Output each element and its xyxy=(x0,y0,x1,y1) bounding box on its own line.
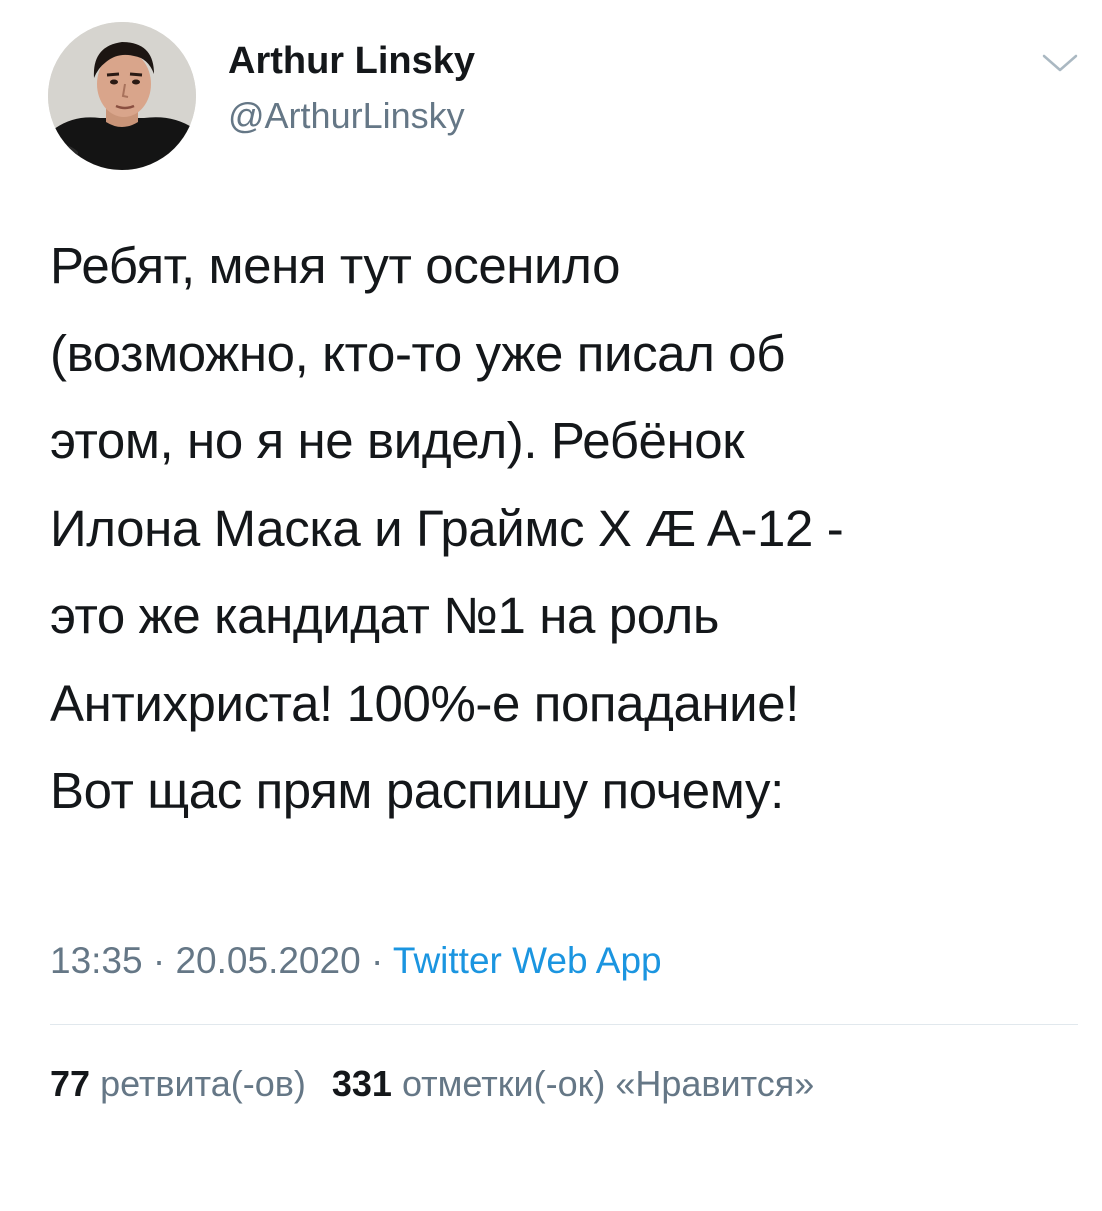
tweet-text-line: этом, но я не видел). Ребёнок xyxy=(50,412,745,469)
tweet-text-line: Ребят, меня тут осенило xyxy=(50,237,621,294)
avatar-image xyxy=(48,22,196,170)
retweets-stat[interactable]: 77 ретвита(-ов) xyxy=(50,1063,306,1104)
tweet-metadata: 13:35 · 20.05.2020 · Twitter Web App xyxy=(50,942,662,979)
meta-separator: · xyxy=(152,940,166,981)
tweet-source-link[interactable]: Twitter Web App xyxy=(393,940,662,981)
tweet-stats: 77 ретвита(-ов) 331 отметки(-ок) «Нравитс… xyxy=(50,1066,814,1102)
retweet-count: 77 xyxy=(50,1063,91,1104)
tweet-card: Arthur Linsky @ArthurLinsky Ребят, меня … xyxy=(0,0,1102,1211)
tweet-time[interactable]: 13:35 xyxy=(50,940,143,981)
like-count: 331 xyxy=(331,1063,392,1104)
chevron-down-icon[interactable] xyxy=(1040,50,1080,78)
divider xyxy=(50,1024,1078,1025)
avatar[interactable] xyxy=(48,22,196,170)
meta-separator: · xyxy=(370,940,384,981)
like-label: отметки(-ок) «Нравится» xyxy=(401,1063,815,1104)
tweet-text-line: Антихриста! 100%-е попадание! xyxy=(50,674,799,732)
tweet-text-line: это же кандидат №1 на роль xyxy=(50,587,720,644)
author-handle[interactable]: @ArthurLinsky xyxy=(228,98,465,134)
tweet-date[interactable]: 20.05.2020 xyxy=(175,940,360,981)
author-display-name[interactable]: Arthur Linsky xyxy=(228,42,475,80)
tweet-text-line: Илона Маска и Граймс X Æ A-12 - xyxy=(50,499,844,557)
tweet-text-line: Вот щас прям распишу почему: xyxy=(50,762,784,819)
retweet-label: ретвита(-ов) xyxy=(100,1063,306,1104)
likes-stat[interactable]: 331 отметки(-ок) «Нравится» xyxy=(332,1063,814,1104)
tweet-text-line: (возможно, кто-то уже писал об xyxy=(50,324,786,382)
tweet-text: Ребят, меня тут осенило (возможно, кто-т… xyxy=(50,222,1070,835)
